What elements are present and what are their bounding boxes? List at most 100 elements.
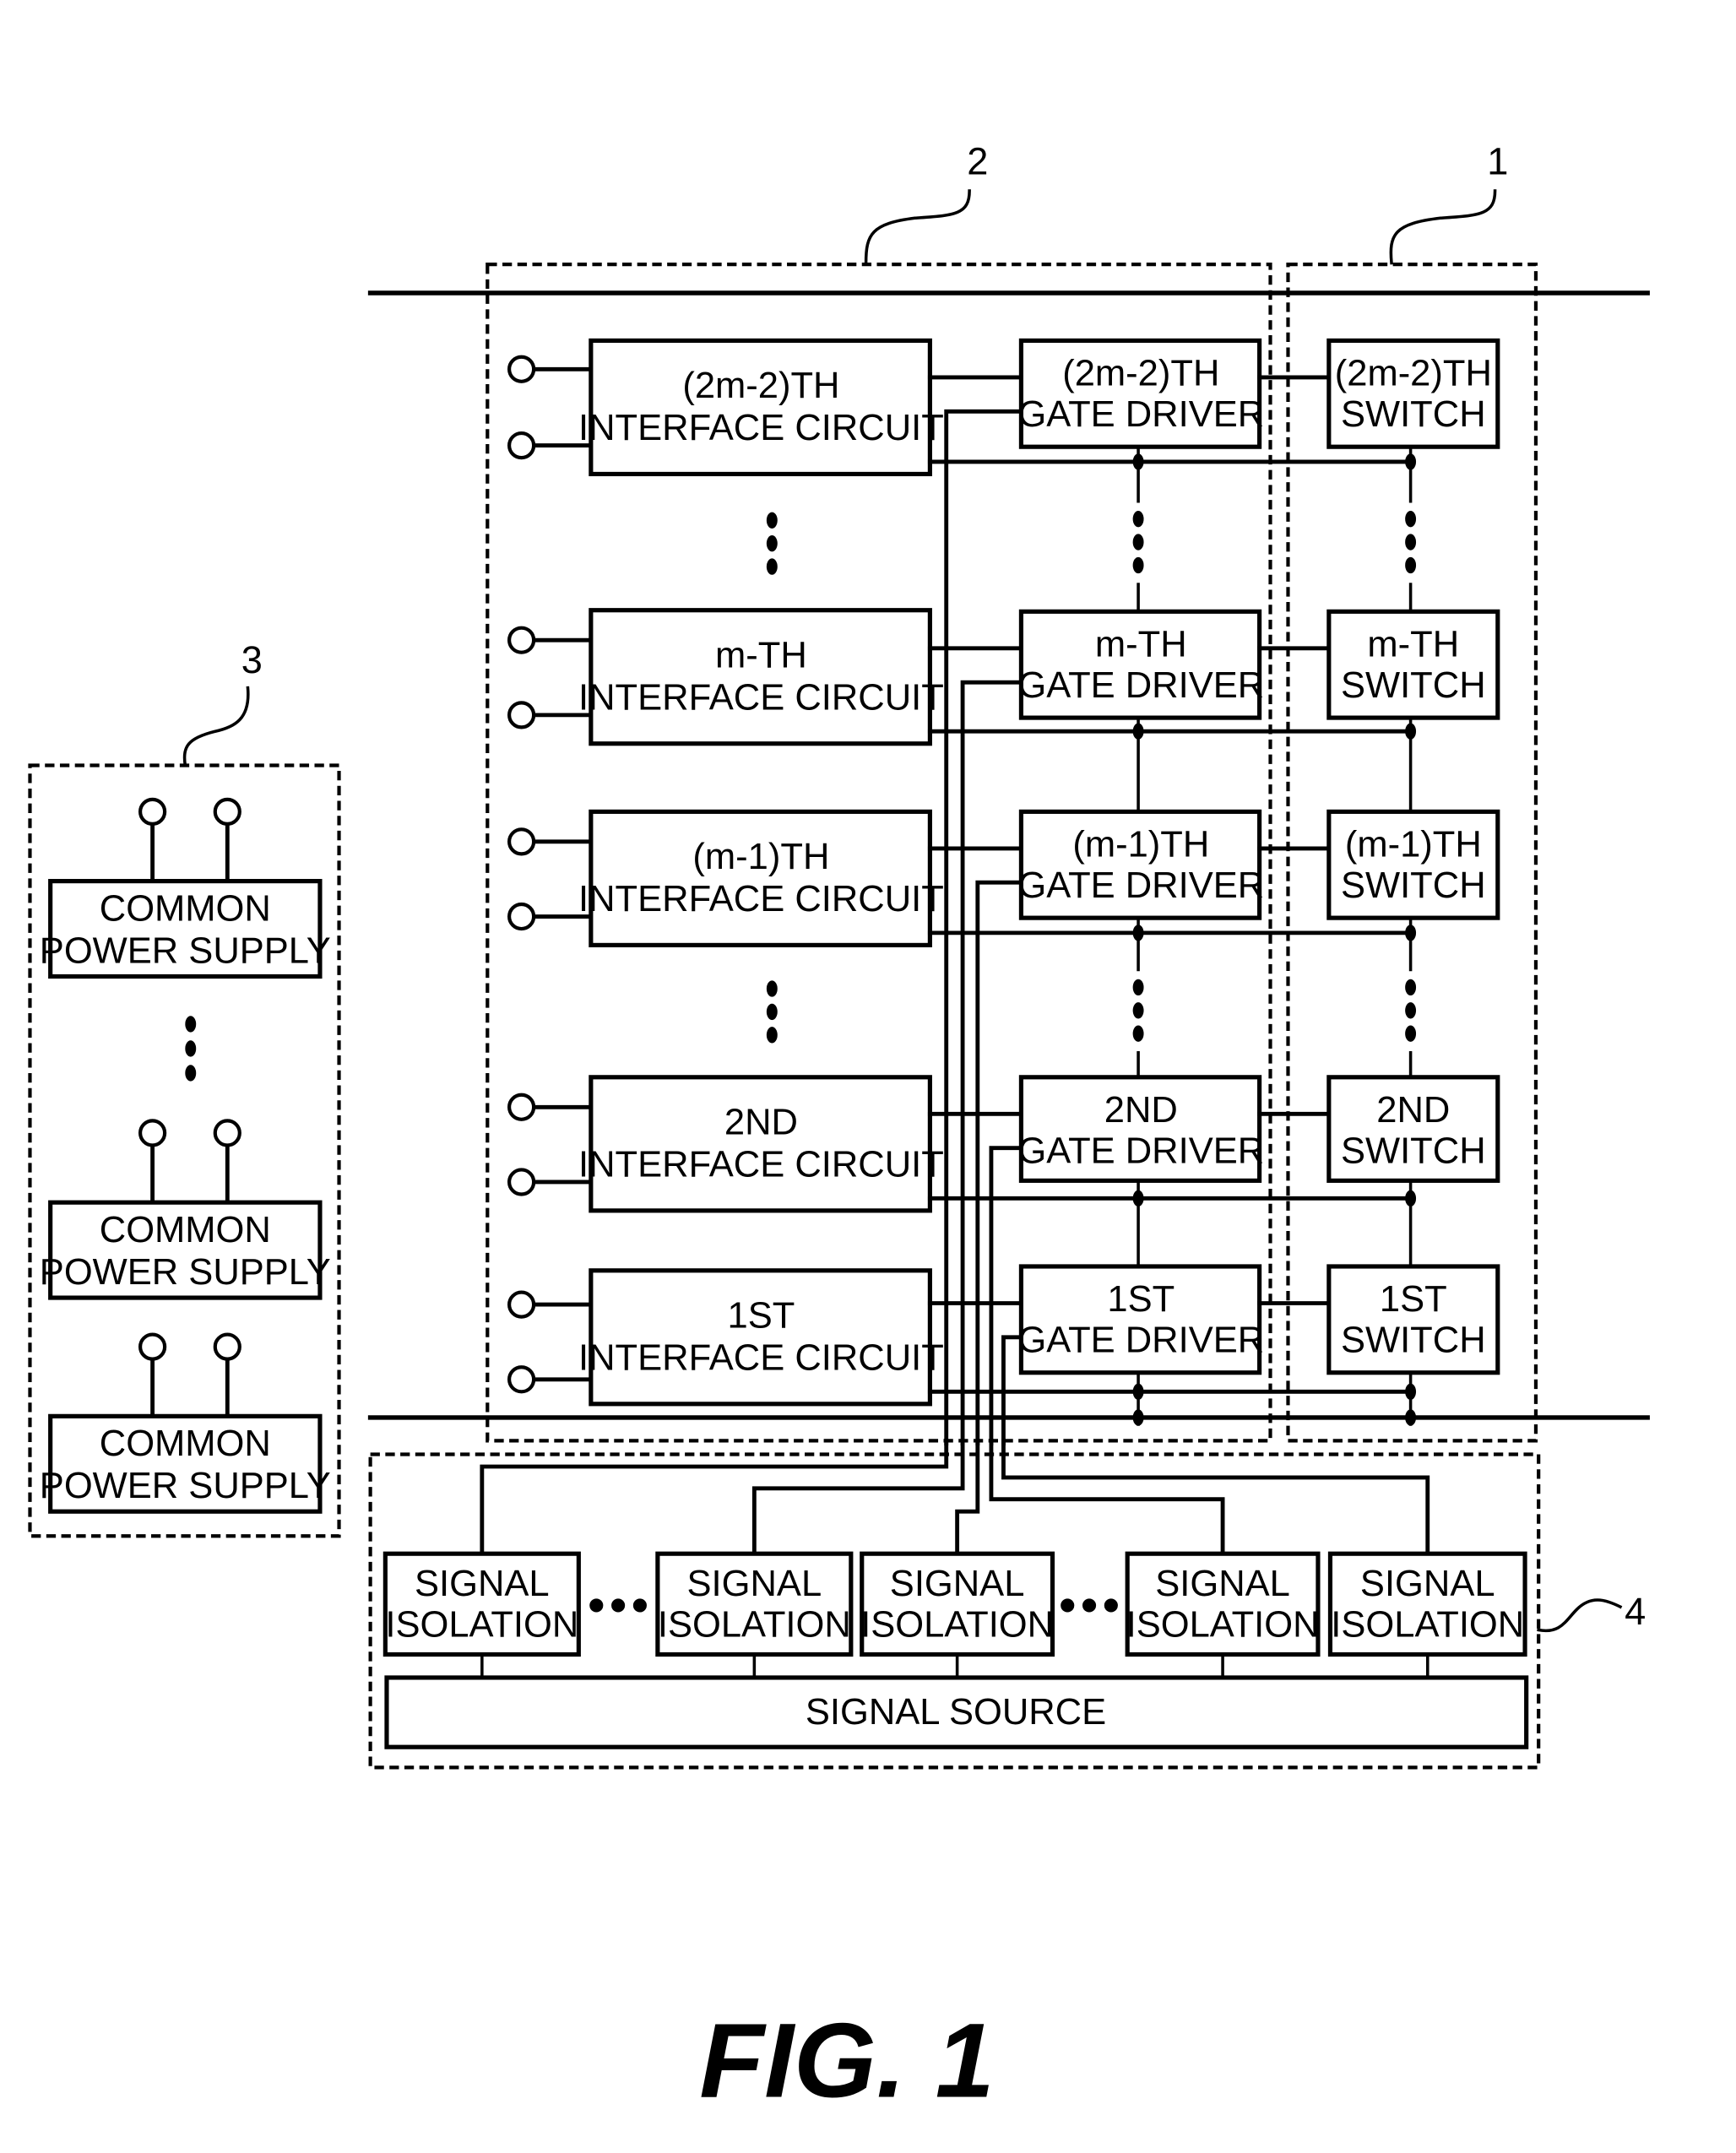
switch-label-line-1: (m-1)TH — [1345, 825, 1482, 865]
junction-dot — [1132, 453, 1144, 470]
input-terminal-icon — [507, 355, 536, 383]
gate-isolated-signal-wire — [975, 880, 1023, 1446]
reference-numeral-4: 4 — [1625, 1590, 1646, 1633]
power-supply-ellipsis — [185, 1016, 197, 1082]
reference-numeral-2: 2 — [967, 140, 988, 183]
power-supply-label-line-2: POWER SUPPLY — [40, 1252, 331, 1293]
power-supply-label-line-2: POWER SUPPLY — [40, 930, 331, 971]
driver-rows: (2m-2)TH INTERFACE CIRCUIT(2m-2)TH GATE DR… — [507, 338, 1500, 1446]
power-supply-label-line-1: COMMON — [100, 1424, 271, 1464]
signal-source: SIGNAL SOURCE — [384, 1675, 1529, 1749]
interface-circuit-label-line-1: (m-1)TH — [692, 837, 829, 877]
power-supply-column: COMMON POWER SUPPLYCOMMON POWER SUPPLYCOMM… — [40, 797, 331, 1514]
interface-circuit-label-line-1: m-TH — [715, 635, 807, 675]
junction-dot — [1132, 1190, 1144, 1207]
switch-label-line-2: SWITCH — [1341, 665, 1486, 706]
signal-isolation-label-line-1: SIGNAL — [687, 1564, 822, 1604]
signal-isolation-label-line-2: ISOLATION — [385, 1605, 578, 1646]
interface-ellipsis-lower — [766, 980, 778, 1044]
interface-circuit-label-line-2: INTERFACE CIRCUIT — [578, 1338, 944, 1379]
switch-label-line-1: 1ST — [1380, 1279, 1447, 1320]
leader-line-2 — [864, 189, 971, 265]
interface-circuit-label-line-1: (2m-2)TH — [682, 366, 839, 406]
gate-driver-label-line-1: m-TH — [1095, 625, 1187, 665]
input-terminal-icon — [507, 701, 536, 729]
isolated-signal-route — [480, 1438, 949, 1556]
interface-circuit-label-line-1: 1ST — [728, 1296, 795, 1337]
signal-isolation-label-line-1: SIGNAL — [415, 1564, 550, 1604]
power-terminal-icon — [138, 797, 167, 826]
gate-driver-label-line-2: GATE DRIVER — [1017, 394, 1264, 435]
reference-numeral-1: 1 — [1487, 140, 1508, 183]
reference-3: 3 — [182, 638, 263, 767]
signal-isolation-ellipsis-left — [589, 1598, 647, 1613]
figure-caption: FIG. 1 — [699, 2001, 994, 2120]
junction-dot — [1405, 1190, 1417, 1207]
signal-isolation-label-line-2: ISOLATION — [1331, 1605, 1524, 1646]
gate-driver-label-line-2: GATE DRIVER — [1017, 1131, 1264, 1171]
switch-label: (2m-2)TH SWITCH — [1335, 354, 1492, 435]
signal-isolation-label-line-1: SIGNAL — [1155, 1564, 1290, 1604]
signal-isolation-label-line-1: SIGNAL — [1360, 1564, 1495, 1604]
common-power-supply-1: COMMON POWER SUPPLY — [40, 797, 331, 979]
input-terminal-icon — [507, 1290, 536, 1319]
interface-circuit-label-line-2: INTERFACE CIRCUIT — [578, 677, 944, 718]
gate-driver-label-line-1: 2ND — [1104, 1090, 1178, 1131]
junction-dot — [1405, 925, 1417, 941]
signal-source-label: SIGNAL SOURCE — [806, 1692, 1106, 1733]
input-terminal-icon — [507, 902, 536, 931]
interface-circuit-label-line-2: INTERFACE CIRCUIT — [578, 408, 944, 448]
input-terminal-icon — [507, 1093, 536, 1121]
switch-label-line-2: SWITCH — [1341, 1131, 1486, 1171]
signal-isolation-label-line-2: ISOLATION — [658, 1605, 851, 1646]
signal-isolation-row: SIGNAL ISOLATIONSIGNAL ISOLATIONSIGNAL ISOL… — [382, 1438, 1527, 1679]
signal-isolation-label-line-2: ISOLATION — [860, 1605, 1054, 1646]
gate-isolated-signal-wire — [944, 409, 1023, 1446]
leader-line-3 — [182, 686, 250, 767]
interface-circuit-label-line-1: 2ND — [724, 1103, 798, 1143]
reference-numeral-3: 3 — [241, 638, 263, 681]
junction-dot — [1405, 453, 1417, 470]
reference-4: 4 — [1537, 1590, 1646, 1633]
power-terminal-icon — [138, 1332, 167, 1361]
switch-label-line-1: (2m-2)TH — [1335, 354, 1492, 394]
leader-line-1 — [1389, 189, 1497, 265]
gate-driver-label-line-1: 1ST — [1107, 1279, 1175, 1320]
circuit-block-diagram: 2 1 3 4 (2m-2)TH INTERFACE CIRCUIT(2m-2)… — [28, 140, 1650, 2120]
gate-driver-label-line-2: GATE DRIVER — [1017, 665, 1264, 706]
junction-dot — [1132, 1383, 1144, 1400]
input-terminal-icon — [507, 431, 536, 460]
isolated-signal-route — [989, 1438, 1225, 1556]
interface-circuit-label-line-2: INTERFACE CIRCUIT — [578, 879, 944, 919]
switch-label-line-2: SWITCH — [1341, 865, 1486, 906]
switch-label-line-2: SWITCH — [1341, 1321, 1486, 1361]
signal-isolation-label-line-1: SIGNAL — [890, 1564, 1025, 1604]
input-terminal-icon — [507, 1168, 536, 1196]
input-terminal-icon — [507, 827, 536, 856]
switch-label-line-1: m-TH — [1367, 625, 1459, 665]
gate-driver-label-line-2: GATE DRIVER — [1017, 1321, 1264, 1361]
power-terminal-icon — [213, 1119, 241, 1147]
input-terminal-icon — [507, 626, 536, 654]
input-terminal-icon — [507, 1365, 536, 1394]
junction-dot — [1132, 723, 1144, 740]
power-supply-label-line-2: POWER SUPPLY — [40, 1466, 331, 1506]
isolated-signal-route — [955, 1438, 980, 1556]
gate-driver-label-line-1: (2m-2)TH — [1062, 354, 1219, 394]
leader-line-4 — [1537, 1598, 1623, 1633]
interface-circuit-label-line-2: INTERFACE CIRCUIT — [578, 1145, 944, 1185]
junction-dot — [1405, 1383, 1417, 1400]
reference-2: 2 — [864, 140, 988, 265]
common-power-supply-3: COMMON POWER SUPPLY — [40, 1332, 331, 1514]
junction-dot — [1405, 723, 1417, 740]
gate-driver-label-line-2: GATE DRIVER — [1017, 865, 1264, 906]
gate-driver-label-line-1: (m-1)TH — [1072, 825, 1209, 865]
switch-label-line-1: 2ND — [1376, 1090, 1450, 1131]
power-terminal-icon — [138, 1119, 167, 1147]
switch-label: (m-1)TH SWITCH — [1341, 825, 1486, 906]
signal-isolation-label-line-2: ISOLATION — [1126, 1605, 1320, 1646]
signal-isolation-ellipsis-right — [1061, 1598, 1118, 1613]
switch-label-line-2: SWITCH — [1341, 394, 1486, 435]
interface-ellipsis-upper — [766, 512, 778, 575]
reference-1: 1 — [1389, 140, 1508, 265]
